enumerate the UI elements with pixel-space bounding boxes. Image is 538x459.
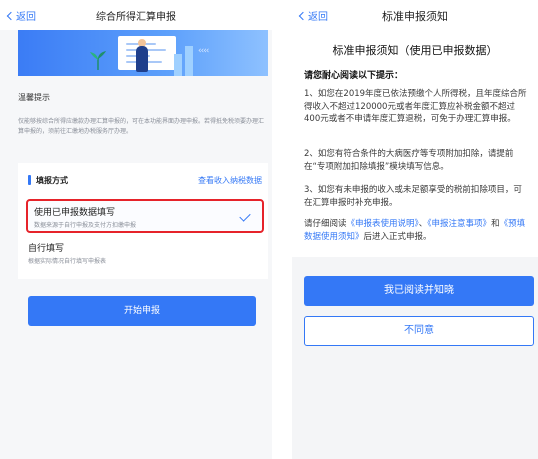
nav-bar: 返回 标准申报须知 xyxy=(292,0,538,30)
page-title: 标准申报须知 xyxy=(382,10,448,23)
chevron-left-icon xyxy=(6,11,16,20)
section-marker xyxy=(28,175,31,185)
disagree-button[interactable]: 不同意 xyxy=(304,316,534,346)
person-icon xyxy=(136,46,148,72)
option-title: 使用已申报数据填写 xyxy=(34,208,116,218)
instructions-content: 标准申报须知（使用已申报数据） 请您耐心阅读以下提示： 1、如您在2019年度已… xyxy=(292,30,538,257)
instruction-item-1: 1、如您在2019年度已依法预缴个人所得税，且年度综合所得收入不超过120000… xyxy=(304,89,527,124)
bar-graphic xyxy=(174,54,182,76)
chevron-left-icon xyxy=(298,11,308,20)
back-label: 返回 xyxy=(308,12,328,23)
right-screen: 返回 标准申报须知 标准申报须知（使用已申报数据） 请您耐心阅读以下提示： 1、… xyxy=(292,0,538,459)
instruction-reading-note: 请仔细阅读《申报表使用说明》、《申报注意事项》和《预填数据使用须知》后进入正式申… xyxy=(304,218,530,243)
plant-icon xyxy=(90,51,106,70)
page-title: 综合所得汇算申报 xyxy=(96,12,176,23)
note-text: 请仔细阅读 xyxy=(304,219,347,229)
left-screen: 返回 综合所得汇算申报 ‹‹‹‹ 温馨提示 仅能够按综合所得应缴款办理汇算申报的… xyxy=(0,0,272,459)
filing-method-label: 填报方式 xyxy=(36,176,68,185)
note-separator: 和 xyxy=(491,219,500,229)
banner-illustration: ‹‹‹‹ xyxy=(18,30,268,76)
instruction-item-3: 3、如您有未申报的收入或未足额享受的税前扣除项目，可在汇算申报时补充申报。 xyxy=(304,185,522,208)
option-subtitle: 数据来源于自行申报及支付方扣缴申报 xyxy=(34,222,137,229)
filing-method-header: 填报方式 查看收入纳税数据 xyxy=(18,173,268,187)
notice-section: 温馨提示 仅能够按综合所得应缴款办理汇算申报的，可在本功能界面办理申报。若得抵免… xyxy=(18,92,268,137)
agree-button[interactable]: 我已阅读并知晓 xyxy=(304,276,534,306)
option-subtitle: 根据实际情况自行填写申报表 xyxy=(28,258,107,265)
start-filing-button[interactable]: 开始申报 xyxy=(28,296,256,326)
notice-title: 温馨提示 xyxy=(18,93,50,102)
instruction-item-2: 2、如您有符合条件的大病医疗等专项附加扣除，请提前在“专项附加扣除填报”模块填写… xyxy=(304,149,514,172)
option-use-prefilled-data[interactable]: 使用已申报数据填写 数据来源于自行申报及支付方扣缴申报 xyxy=(26,199,264,233)
bar-graphic xyxy=(185,46,193,76)
instructions-heading: 标准申报须知（使用已申报数据） xyxy=(332,44,498,57)
option-manual-fill[interactable]: 自行填写 根据实际情况自行填写申报表 xyxy=(28,241,264,271)
nav-bar: 返回 综合所得汇算申报 xyxy=(0,0,272,30)
back-button[interactable]: 返回 xyxy=(298,8,328,23)
back-label: 返回 xyxy=(16,12,36,23)
checkmark-icon xyxy=(239,210,251,222)
view-income-data-link[interactable]: 查看收入纳税数据 xyxy=(198,175,262,186)
option-title: 自行填写 xyxy=(28,244,65,254)
note-text: 后进入正式申报。 xyxy=(363,231,432,242)
arrows-icon: ‹‹‹‹ xyxy=(198,46,209,56)
notice-body: 仅能够按综合所得应缴款办理汇算申报的，可在本功能界面办理申报。若得抵免税须要办理… xyxy=(18,118,265,135)
form-usage-guide-link[interactable]: 《申报表使用说明》 xyxy=(347,219,419,229)
instructions-subheading: 请您耐心阅读以下提示： xyxy=(304,71,404,81)
filing-method-card: 填报方式 查看收入纳税数据 使用已申报数据填写 数据来源于自行申报及支付方扣缴申… xyxy=(18,163,268,279)
filing-notes-link[interactable]: 《申报注意事项》 xyxy=(427,219,491,229)
back-button[interactable]: 返回 xyxy=(6,8,36,23)
